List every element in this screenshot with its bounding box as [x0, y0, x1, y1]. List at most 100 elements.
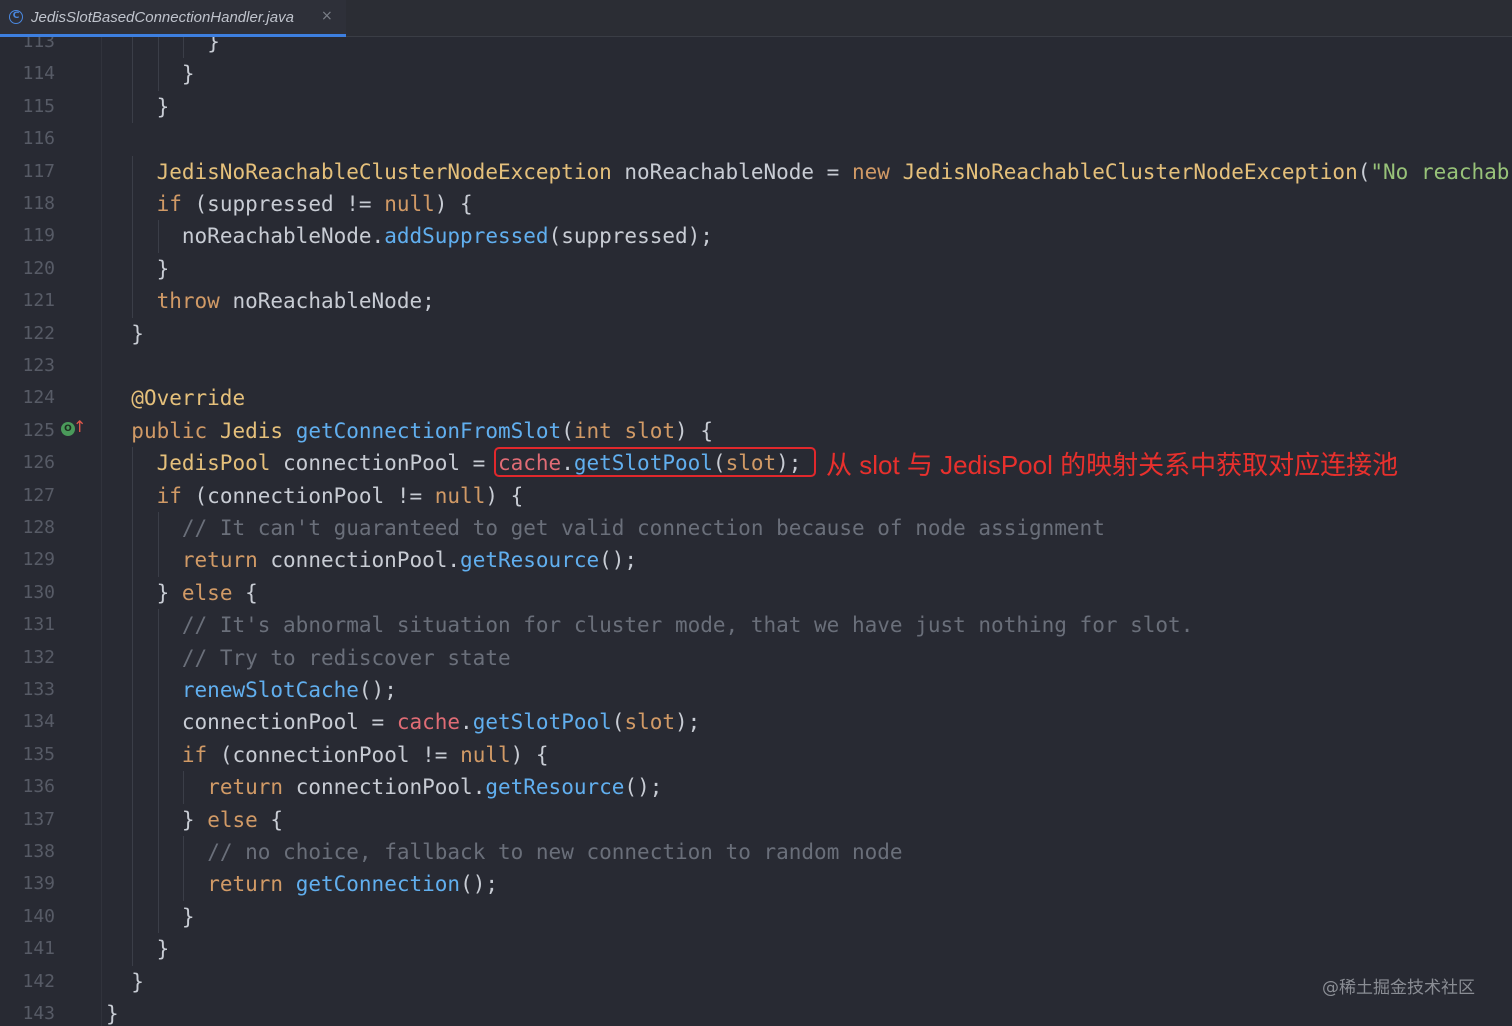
line-number[interactable]: 132 [0, 642, 55, 674]
line-number[interactable]: 139 [0, 868, 55, 900]
code-text[interactable]: public Jedis getConnectionFromSlot(int s… [131, 415, 713, 447]
line-number[interactable]: 115 [0, 91, 55, 123]
line-number[interactable]: 120 [0, 253, 55, 285]
code-text[interactable]: // It's abnormal situation for cluster m… [182, 609, 1193, 641]
indent-guide [182, 37, 184, 59]
code-line: 137 } else { [0, 803, 1512, 836]
line-number[interactable]: 122 [0, 318, 55, 350]
line-number[interactable]: 114 [0, 58, 55, 90]
override-arrow-icon[interactable]: ↑ [73, 417, 86, 437]
line-number[interactable]: 137 [0, 804, 55, 836]
code-text[interactable]: // Try to rediscover state [182, 642, 511, 674]
line-number[interactable]: 129 [0, 544, 55, 576]
code-text[interactable]: return connectionPool.getResource(); [207, 771, 662, 803]
code-text[interactable]: } [131, 966, 144, 998]
code-line: 143} [0, 998, 1512, 1026]
indent-guide [157, 674, 159, 707]
line-number[interactable]: 128 [0, 512, 55, 544]
token: } [156, 94, 170, 119]
line-number[interactable]: 136 [0, 771, 55, 803]
code-text[interactable]: if (connectionPool != null) { [182, 739, 549, 771]
line-number[interactable]: 141 [0, 933, 55, 965]
token-cm: // It can't guaranteed to get valid conn… [181, 516, 1105, 540]
code-text[interactable]: connectionPool = cache.getSlotPool(slot)… [182, 706, 700, 738]
code-text[interactable]: noReachableNode.addSuppressed(suppressed… [182, 220, 713, 252]
token: { [257, 807, 284, 832]
code-line: 121 throw noReachableNode; [0, 285, 1512, 318]
code-text[interactable]: } else { [182, 804, 283, 836]
line-number[interactable]: 133 [0, 674, 55, 706]
line-number[interactable]: 131 [0, 609, 55, 641]
token: connectionPool = [181, 710, 397, 735]
close-icon[interactable]: × [321, 8, 333, 24]
line-number[interactable]: 127 [0, 480, 55, 512]
code-line: 122} [0, 318, 1512, 350]
code-text[interactable]: } [157, 253, 170, 285]
line-number[interactable]: 124 [0, 382, 55, 414]
token: noReachableNode. [181, 224, 385, 249]
code-editor[interactable]: 113} 114} 115} 116 117 JedisNoReachableCluste… [0, 37, 1512, 1026]
code-text[interactable]: // no choice, fallback to new connection… [207, 836, 902, 868]
line-number[interactable]: 130 [0, 577, 55, 609]
code-text[interactable]: if (connectionPool != null) { [157, 480, 524, 512]
line-number[interactable]: 119 [0, 220, 55, 252]
token: ( [611, 710, 625, 735]
token: } [181, 904, 195, 929]
code-text[interactable]: } [207, 37, 220, 58]
code-text[interactable]: JedisNoReachableClusterNodeException noR… [157, 156, 1510, 188]
code-line: 139 return getConnection(); [0, 868, 1512, 901]
line-number[interactable]: 126 [0, 447, 55, 479]
token-fn: addSuppressed [384, 224, 549, 249]
token-cm: // no choice, fallback to new connection… [207, 840, 903, 864]
code-text[interactable]: } [182, 901, 195, 933]
code-line: 133 renewSlotCache(); [0, 674, 1512, 707]
line-number[interactable]: 113 [0, 37, 55, 58]
token: connectionPool = [270, 451, 498, 476]
code-text[interactable]: } [182, 58, 195, 90]
token-cm: // It's abnormal situation for cluster m… [181, 613, 1194, 638]
code-text[interactable]: return getConnection(); [207, 868, 498, 900]
indent-guide [132, 220, 134, 253]
code-text[interactable]: throw noReachableNode; [157, 285, 435, 317]
code-text[interactable]: @Override [131, 382, 245, 414]
line-number[interactable]: 134 [0, 706, 55, 738]
line-number[interactable]: 138 [0, 836, 55, 868]
token-fn: getResource [485, 775, 625, 800]
code-line: 118 if (suppressed != null) { [0, 188, 1512, 221]
indent-guide [132, 285, 134, 318]
indent-guide [157, 706, 159, 739]
token: (); [624, 775, 663, 800]
code-text[interactable]: } [157, 91, 170, 123]
indent-guide [157, 58, 159, 91]
code-text[interactable]: // It can't guaranteed to get valid conn… [182, 512, 1105, 544]
token: (); [460, 872, 499, 897]
token-type: JedisNoReachableClusterNodeException [156, 159, 612, 184]
indent-guide [182, 868, 184, 901]
line-number[interactable]: 142 [0, 966, 55, 998]
editor-tab-active[interactable]: C JedisSlotBasedConnectionHandler.java × [0, 0, 346, 37]
line-number[interactable]: 125 [0, 415, 55, 447]
code-text[interactable]: renewSlotCache(); [182, 674, 397, 706]
line-number[interactable]: 117 [0, 156, 55, 188]
line-number[interactable]: 116 [0, 123, 55, 155]
code-text[interactable]: } [106, 998, 119, 1026]
code-text[interactable]: } [131, 318, 144, 350]
line-number[interactable]: 140 [0, 901, 55, 933]
line-number[interactable]: 143 [0, 998, 55, 1026]
indent-guide [157, 771, 159, 804]
token: } [156, 256, 170, 281]
line-number[interactable]: 135 [0, 739, 55, 771]
line-number[interactable]: 123 [0, 350, 55, 382]
indent-guide [132, 58, 134, 91]
line-number[interactable]: 121 [0, 285, 55, 317]
code-text[interactable]: } [157, 933, 170, 965]
code-text[interactable]: return connectionPool.getResource(); [182, 544, 637, 576]
token: ) { [485, 483, 524, 508]
line-number[interactable]: 118 [0, 188, 55, 220]
code-text[interactable]: if (suppressed != null) { [157, 188, 473, 220]
code-text[interactable]: } else { [157, 577, 258, 609]
